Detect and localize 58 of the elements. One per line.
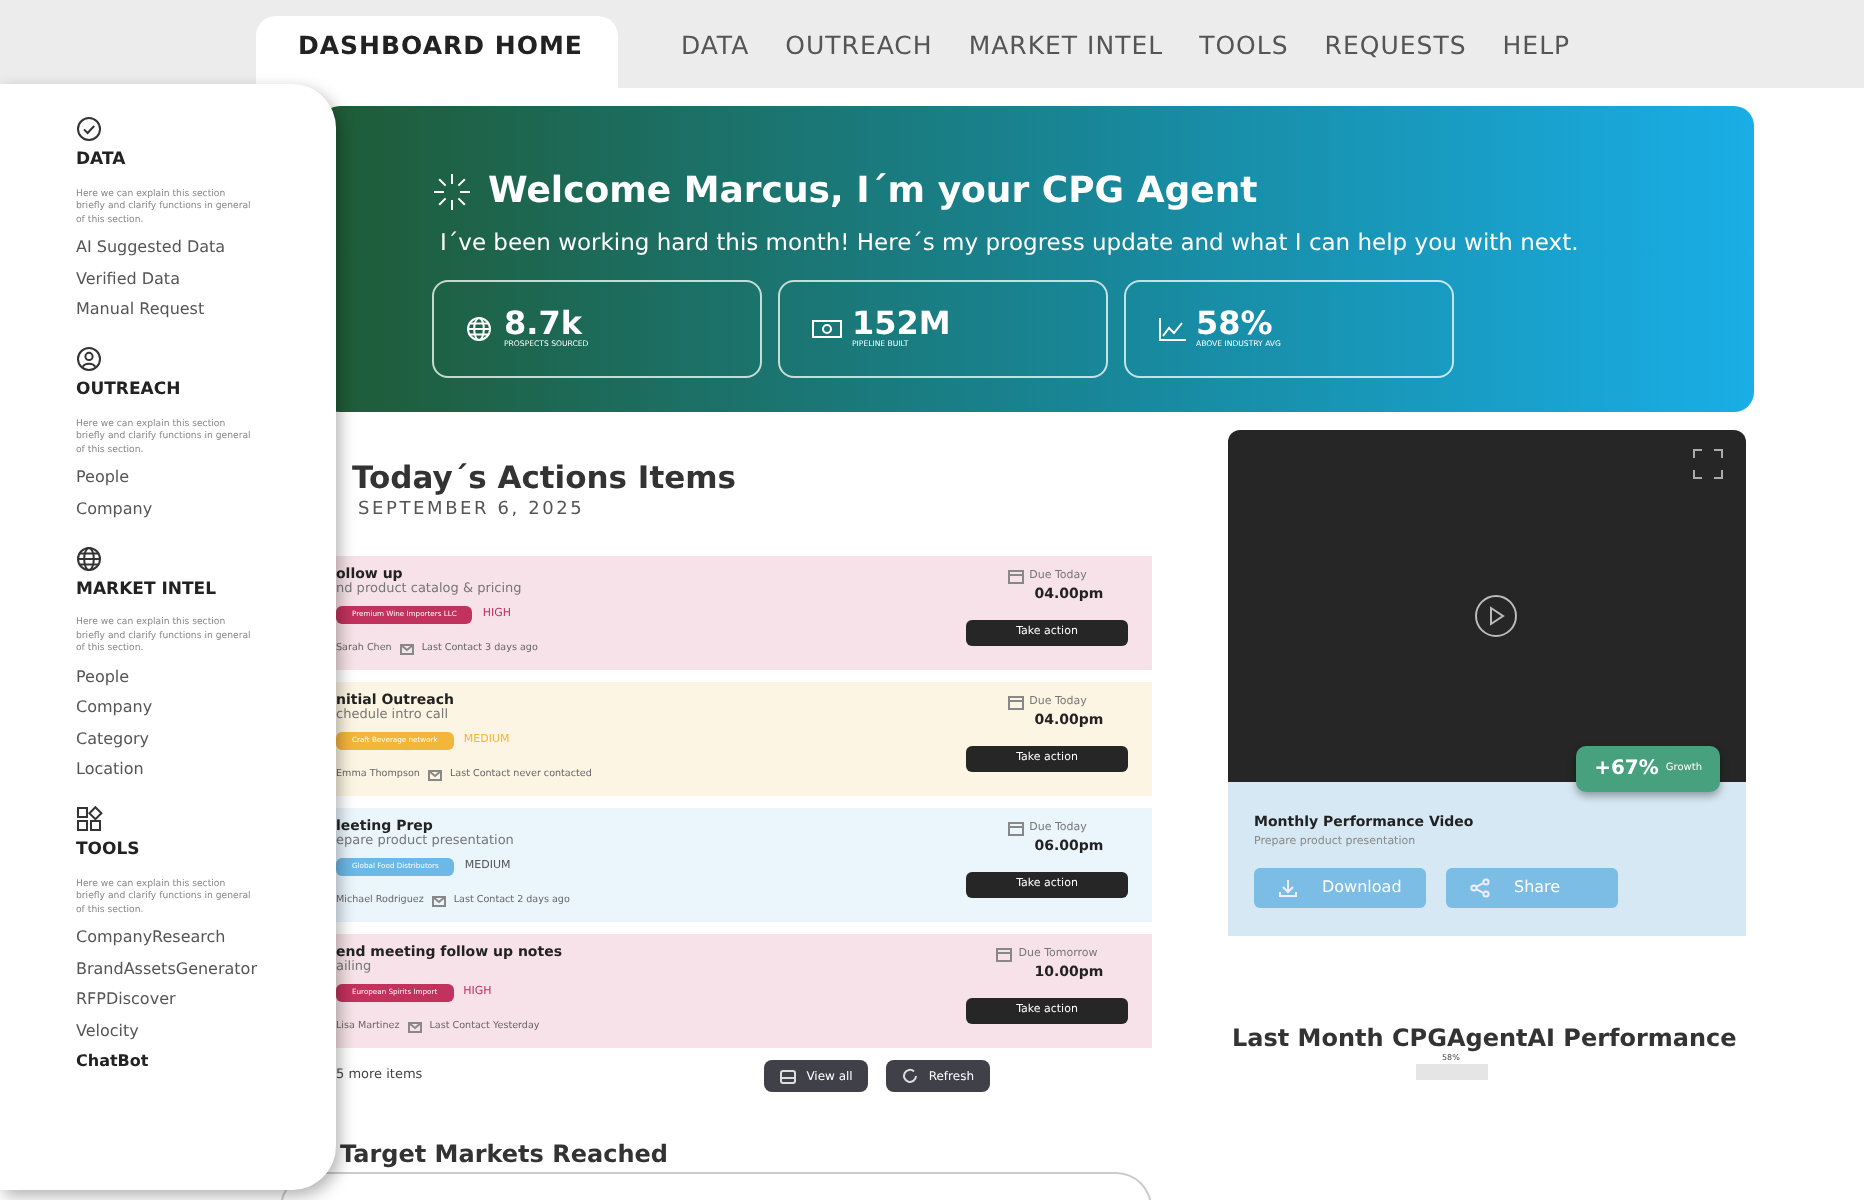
growth-badge: +67% $^{Growth}$ [1576, 746, 1720, 792]
sidebar-item[interactable]: ChatBot [76, 1054, 149, 1071]
play-icon [1474, 594, 1518, 638]
fullscreen-icon [1692, 448, 1724, 480]
section-heading: OUTREACH [76, 378, 183, 404]
calendar-icon [996, 946, 1013, 963]
mail-icon [407, 1021, 422, 1034]
section-title: Target Markets Reached [340, 1140, 670, 1169]
section-title: Last Month CPGAgentAI Performance [1232, 1024, 1739, 1053]
calendar-icon [1007, 820, 1024, 837]
sidebar-item[interactable]: Manual Request [76, 302, 205, 319]
sidebar-item[interactable]: People [76, 470, 130, 487]
section-heading: DATA [76, 148, 128, 174]
sidebar-item[interactable]: AI Suggested Data [76, 240, 226, 257]
date-label: SEPTEMBER 6, 2025 [358, 497, 587, 524]
sidebar-item[interactable]: Verified Data [76, 271, 180, 288]
nav-tab[interactable]: MARKET INTEL [950, 16, 1182, 88]
section-heading: TOOLS [76, 838, 142, 864]
calendar-icon [1007, 568, 1024, 585]
sidebar-item[interactable]: Category [76, 731, 150, 748]
sidebar-item[interactable]: Velocity [76, 1023, 139, 1040]
section-title: Today´s Actions Items [352, 460, 738, 498]
mail-icon [431, 895, 446, 908]
sidebar-item[interactable]: BrandAssetsGenerator [76, 961, 257, 978]
nav-tab[interactable]: HELP [1484, 16, 1589, 88]
nav-tab[interactable]: TOOLS [1181, 16, 1307, 88]
nav-tab[interactable]: DATA [662, 16, 768, 88]
banner-title: Welcome Marcus, I´m your CPG Agent [488, 170, 1258, 214]
nav-tab[interactable]: OUTREACH [767, 16, 951, 88]
calendar-icon [1007, 694, 1024, 711]
chart-bar [1416, 1064, 1488, 1081]
chart-icon [1158, 315, 1186, 342]
download-icon [1278, 877, 1298, 898]
stat-value: 8.7k [504, 308, 583, 341]
refresh-icon [902, 1068, 919, 1085]
globe-icon [466, 315, 494, 342]
sidebar-item[interactable]: RFPDiscover [76, 992, 176, 1009]
user-icon [76, 346, 104, 375]
nav-tab[interactable]: DASHBOARD HOME [256, 16, 619, 88]
mail-icon [427, 769, 442, 782]
mail-icon [399, 643, 414, 656]
sparkle-icon [432, 171, 472, 212]
section-heading: MARKET INTEL [76, 577, 219, 603]
stat-value: 58% [1196, 308, 1273, 341]
banknote-icon [812, 315, 842, 342]
sidebar-item[interactable]: Company [76, 700, 153, 717]
sidebar-item[interactable]: CompanyResearch [76, 930, 226, 947]
banner-subtitle: I´ve been working hard this month! Here´s my progress update and what I can help you with next. [440, 225, 1581, 260]
sidebar-item[interactable]: People [76, 669, 130, 686]
inbox-icon [780, 1069, 797, 1084]
nav-tab[interactable]: REQUESTS [1306, 16, 1485, 88]
check-circle-icon [76, 116, 104, 144]
sidebar-item[interactable]: Company [76, 501, 153, 518]
sidebar-item[interactable]: Location [76, 762, 144, 779]
globe-icon [76, 545, 104, 574]
grid-icon [76, 806, 104, 835]
stat-value: 152M [852, 308, 951, 341]
share-icon [1470, 877, 1490, 898]
